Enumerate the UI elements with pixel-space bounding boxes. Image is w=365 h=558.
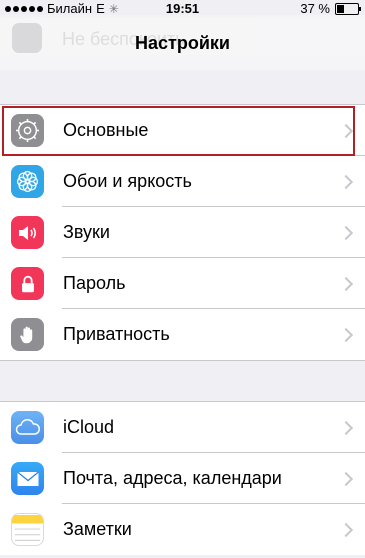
- settings-row-label: Приватность: [63, 324, 170, 344]
- settings-row-passcode[interactable]: Пароль: [0, 258, 365, 309]
- page-title: Настройки: [135, 33, 230, 53]
- envelope-icon: [11, 462, 44, 495]
- chevron-right-icon: [338, 123, 354, 138]
- settings-row-label: Основные: [63, 120, 149, 140]
- chevron-right-icon: [338, 174, 354, 189]
- settings-row-sounds[interactable]: Звуки: [0, 207, 365, 258]
- speaker-icon: [11, 216, 44, 249]
- hand-icon: [11, 318, 44, 351]
- chevron-right-icon: [338, 522, 354, 537]
- settings-row-label: iCloud: [63, 417, 115, 437]
- settings-row-wallpaper[interactable]: Обои и яркость: [0, 156, 365, 207]
- settings-group-2: iCloud Почта, адреса, календари Заметки: [0, 401, 365, 555]
- lock-icon: [11, 267, 44, 300]
- notepad-icon: [11, 513, 44, 546]
- chevron-right-icon: [338, 471, 354, 486]
- gear-icon: [11, 114, 44, 147]
- battery-icon: [335, 2, 361, 15]
- flower-icon: [11, 165, 44, 198]
- settings-row-label: Звуки: [63, 222, 110, 242]
- chevron-right-icon: [338, 327, 354, 342]
- chevron-right-icon: [338, 225, 354, 240]
- chevron-right-icon: [338, 276, 354, 291]
- settings-row-privacy[interactable]: Приватность: [0, 309, 365, 360]
- settings-row-label: Заметки: [63, 519, 132, 539]
- cloud-icon: [11, 411, 44, 444]
- settings-row-general[interactable]: Основные: [0, 105, 365, 156]
- settings-group-1: Основные Обои и яркость Звуки Пароль При…: [0, 104, 365, 361]
- settings-row-label: Почта, адреса, календари: [63, 468, 282, 488]
- settings-row-icloud[interactable]: iCloud: [0, 402, 365, 453]
- navigation-bar: Настройки: [0, 18, 365, 70]
- settings-row-mail[interactable]: Почта, адреса, календари: [0, 453, 365, 504]
- chevron-right-icon: [338, 420, 354, 435]
- settings-row-notes[interactable]: Заметки: [0, 504, 365, 555]
- battery-percentage: 37 %: [300, 1, 330, 16]
- settings-row-label: Пароль: [63, 273, 126, 293]
- battery-info: 37 %: [300, 1, 361, 16]
- status-bar: Билайн E ✳ 19:51 37 %: [0, 0, 365, 18]
- settings-row-label: Обои и яркость: [63, 171, 192, 191]
